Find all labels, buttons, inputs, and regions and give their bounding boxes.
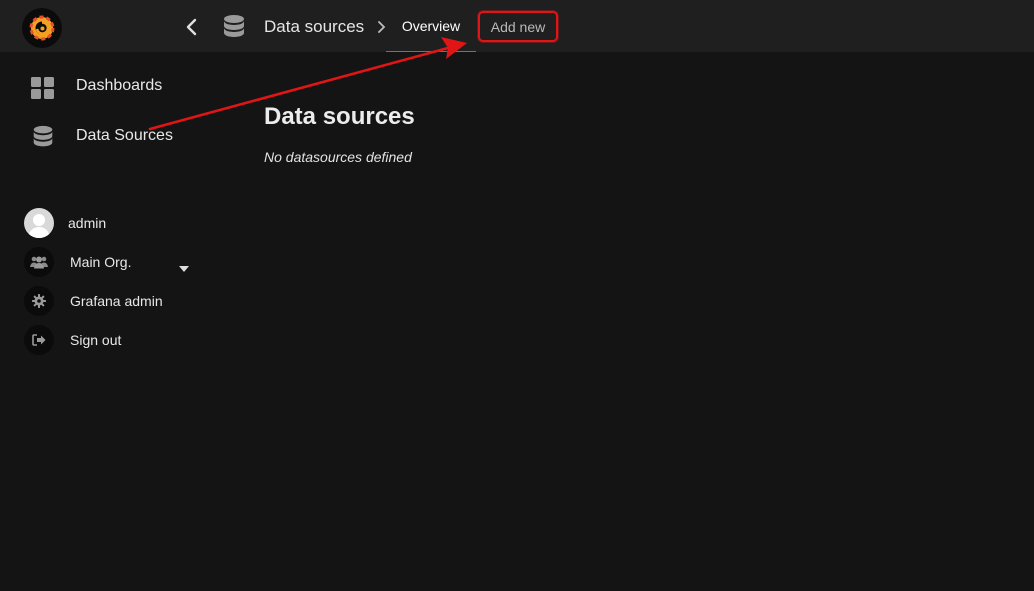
user-menu-admin[interactable]: admin [0, 206, 230, 242]
user-avatar-icon [24, 208, 54, 238]
user-menu-org-switcher[interactable]: Main Org. [0, 245, 230, 281]
page-title: Data sources [264, 103, 415, 130]
sidebar-item-dashboards[interactable]: Dashboards [0, 67, 230, 107]
org-name-label: Main Org. [70, 254, 132, 270]
sign-out-icon [24, 325, 54, 355]
sidebar-item-label: Dashboards [76, 77, 163, 94]
gear-icon [24, 286, 54, 316]
database-icon [30, 125, 56, 151]
sidebar-item-data-sources[interactable]: Data Sources [0, 117, 230, 157]
user-name-label: admin [68, 215, 107, 231]
user-menu-grafana-admin[interactable]: Grafana admin [0, 284, 230, 320]
breadcrumb-data-sources[interactable]: Data sources [264, 17, 364, 37]
sidebar-item-label: Data Sources [76, 127, 173, 144]
user-menu-sign-out[interactable]: Sign out [0, 323, 230, 359]
empty-state-message: No datasources defined [264, 149, 412, 165]
dashboards-grid-icon [30, 75, 56, 101]
grafana-admin-label: Grafana admin [70, 293, 163, 309]
top-navbar: Data sources Overview Add new [0, 0, 1034, 52]
database-icon [222, 14, 246, 42]
tab-add-new[interactable]: Add new [478, 11, 558, 42]
grafana-logo-icon[interactable] [22, 8, 62, 48]
back-chevron-icon[interactable] [180, 14, 202, 40]
sign-out-label: Sign out [70, 332, 122, 348]
users-icon [24, 247, 54, 277]
grafana-page: Data sources Overview Add new Dashboards [0, 0, 1034, 591]
tab-overview[interactable]: Overview [386, 0, 476, 52]
caret-down-icon[interactable] [179, 259, 189, 272]
